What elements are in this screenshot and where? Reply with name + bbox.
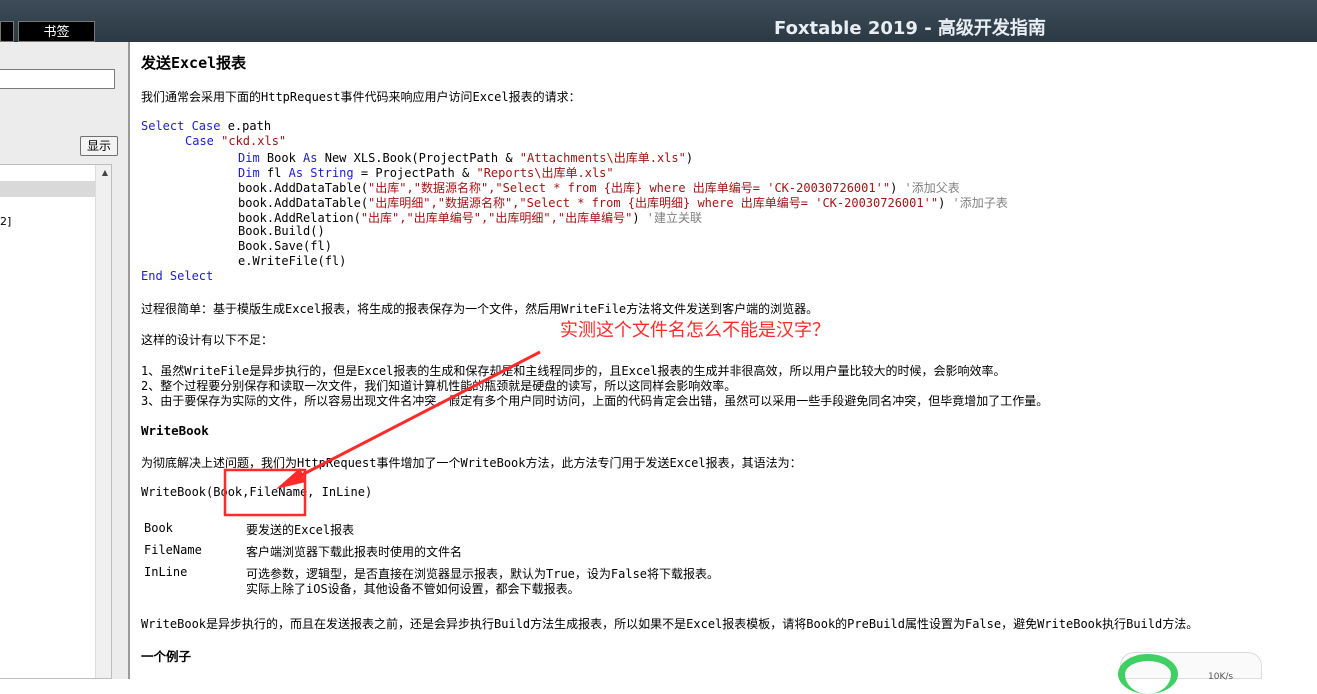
sidebar-item-selected[interactable]: [0, 181, 96, 197]
code-line: e.WriteFile(fl): [238, 254, 347, 268]
syntax-line: WriteBook(Book,FileName, InLine): [141, 485, 373, 499]
code-keyword: Dim: [238, 151, 260, 165]
code-text: book.AddRelation(: [238, 211, 361, 225]
code-text: Book: [259, 151, 304, 165]
network-speed-value: 10K/s: [1208, 672, 1234, 682]
code-text: e.path: [220, 119, 272, 133]
code-keyword: Dim: [238, 166, 260, 180]
param-name: FileName: [144, 543, 202, 557]
paragraph-flaws: 这样的设计有以下不足：: [141, 333, 274, 347]
param-desc: 实际上除了iOS设备，其他设备不管如何设置，都会下载报表。: [246, 582, 580, 596]
param-name: InLine: [144, 565, 188, 579]
code-comment: '建立关联: [646, 211, 702, 225]
code-string: "出库明细","数据源名称","Select * from {出库明细} whe…: [368, 196, 939, 210]
code-keyword: As: [303, 151, 318, 165]
intro-paragraph: 我们通常会采用下面的HttpRequest事件代码来响应用户访问Excel报表的…: [141, 90, 581, 104]
sidebar-list[interactable]: 2] ▲: [0, 164, 112, 679]
code-text: ): [685, 151, 694, 165]
title-bar: 书签 Foxtable 2019 - 高级开发指南: [0, 0, 1317, 42]
code-keyword: End Select: [141, 269, 214, 283]
code-keyword: As: [288, 166, 304, 180]
page-title: 发送Excel报表: [141, 54, 247, 72]
heading-writebook: WriteBook: [141, 423, 209, 438]
code-text: = ProjectPath &: [353, 166, 477, 180]
paragraph-async: WriteBook是异步执行的，而且在发送报表之前，还是会异步执行Build方法…: [141, 617, 1199, 631]
paragraph-simple: 过程很简单：基于模版生成Excel报表，将生成的报表保存为一个文件，然后用Wri…: [141, 302, 819, 316]
paragraph-writebook-intro: 为彻底解决上述问题，我们为HttpRequest事件增加了一个WriteBook…: [141, 456, 802, 470]
param-name: Book: [144, 521, 173, 535]
sidebar: 显示 2] ▲: [0, 42, 130, 679]
sidebar-search-input[interactable]: [0, 69, 115, 89]
code-string: "Reports\出库单.xls": [476, 166, 614, 180]
sidebar-item[interactable]: 2]: [0, 215, 11, 228]
param-desc: 客户端浏览器下载此报表时使用的文件名: [246, 545, 463, 559]
code-keyword: Case: [185, 134, 214, 148]
code-keyword: Select Case: [141, 119, 221, 133]
code-comment: '添加父表: [904, 181, 960, 195]
code-line: Select Case e.path: [141, 119, 271, 133]
tab-prev[interactable]: [0, 21, 14, 42]
code-keyword: String: [310, 166, 354, 180]
flaw-item-3: 3、由于要保存为实际的文件，所以容易出现文件名冲突，假定有多个用户同时访问，上面…: [141, 394, 1049, 408]
code-line: Case "ckd.xls": [185, 134, 286, 148]
code-string: "出库","数据源名称","Select * from {出库} where 出…: [368, 181, 891, 195]
code-line: End Select: [141, 269, 213, 283]
show-button[interactable]: 显示: [80, 136, 118, 156]
code-string: "ckd.xls": [213, 134, 287, 148]
code-text: ): [632, 211, 647, 225]
code-text: New XLS.Book(ProjectPath &: [317, 151, 520, 165]
code-string: "出库","出库单编号","出库明细","出库单编号": [360, 211, 633, 225]
sidebar-scrollbar[interactable]: ▲: [95, 165, 111, 678]
annotation-question: 实测这个文件名怎么不能是汉字？: [560, 320, 830, 341]
scroll-up-icon[interactable]: ▲: [102, 168, 108, 177]
code-line: Book.Build(): [238, 224, 325, 238]
heading-example: 一个例子: [141, 649, 192, 664]
code-comment: '添加子表: [952, 196, 1008, 210]
doc-content: 发送Excel报表 我们通常会采用下面的HttpRequest事件代码来响应用户…: [132, 42, 1317, 679]
code-string: "Attachments\出库单.xls": [519, 151, 686, 165]
app-title: Foxtable 2019 - 高级开发指南: [774, 18, 1046, 39]
code-text: ): [890, 181, 905, 195]
speed-ring-icon: [1118, 654, 1178, 694]
code-line: Book.Save(fl): [238, 239, 332, 253]
param-desc: 要发送的Excel报表: [246, 523, 355, 537]
code-text: book.AddDataTable(: [238, 196, 369, 210]
code-text: ): [938, 196, 953, 210]
code-text: fl: [259, 166, 289, 180]
tab-bookmarks[interactable]: 书签: [18, 21, 95, 42]
code-text: book.AddDataTable(: [238, 181, 369, 195]
